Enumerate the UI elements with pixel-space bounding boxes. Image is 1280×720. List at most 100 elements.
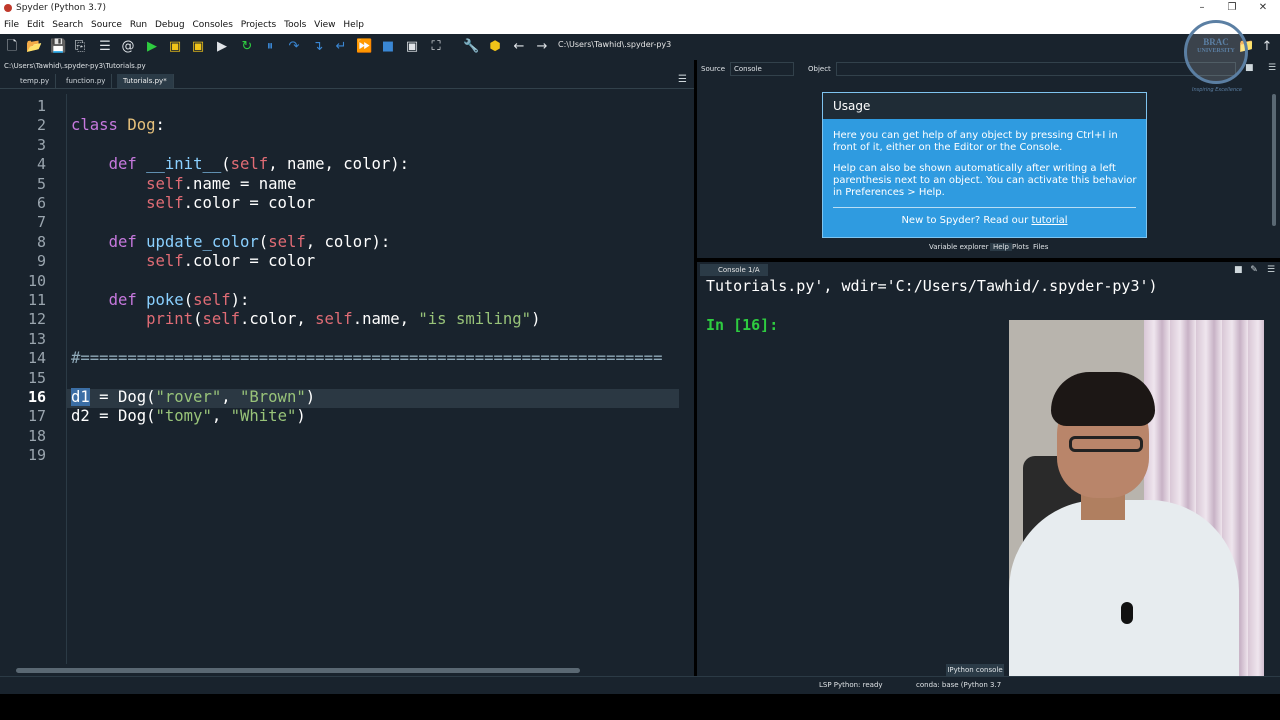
stop-icon[interactable]: ■ [380,39,396,55]
code-line[interactable]: def poke(self): [71,291,250,309]
menu-tools[interactable]: Tools [284,20,306,30]
usage-box: Usage Here you can get help of any objec… [822,92,1147,238]
line-number: 5 [36,174,46,193]
maximize-button[interactable]: ❐ [1217,0,1247,16]
presenter-glasses [1069,436,1143,452]
menu-source[interactable]: Source [91,20,122,30]
tab-options-menu-icon[interactable]: ☰ [678,75,688,85]
editor-horizontal-scrollbar[interactable] [16,666,684,674]
save-icon[interactable]: 💾 [50,39,66,55]
line-number: 19 [27,446,46,465]
editor-pane: C:\Users\Tawhid\.spyder-py3\Tutorials.py… [0,60,694,676]
usage-footer: New to Spyder? Read our tutorial [823,215,1146,226]
save-all-icon[interactable]: ⎘ [72,39,88,55]
code-line[interactable]: def update_color(self, color): [71,233,391,251]
code-line[interactable]: self.color = color [71,252,315,270]
tab-ipython-console[interactable]: IPython console [946,664,1004,676]
tab-console-1a[interactable]: Console 1/A [700,264,768,276]
tab-function[interactable]: function.py [60,74,113,88]
menu-help[interactable]: Help [343,20,364,30]
menu-debug[interactable]: Debug [155,20,185,30]
run-cell-advance-icon[interactable]: ▣ [190,39,206,55]
stop-kernel-icon[interactable]: ■ [1234,266,1243,275]
usage-footer-text: New to Spyder? Read our [901,215,1032,226]
run-icon[interactable]: ▶ [144,39,160,55]
back-arrow-icon[interactable]: ← [511,39,527,55]
forward-arrow-icon[interactable]: → [534,39,550,55]
line-number: 1 [36,97,46,115]
open-file-icon[interactable]: 📂 [26,39,42,55]
line-number: 14 [27,349,46,368]
scrollbar-thumb[interactable] [16,668,580,673]
line-number: 3 [36,135,46,154]
minimize-button[interactable]: – [1187,0,1217,16]
title-bar: Spyder (Python 3.7) – ❐ ✕ [0,0,1280,16]
menu-search[interactable]: Search [52,20,83,30]
window-title: Spyder (Python 3.7) [16,3,106,13]
editor-file-path: C:\Users\Tawhid\.spyder-py3\Tutorials.py [4,62,146,70]
fullscreen-icon[interactable]: ⛶ [428,39,444,55]
menu-run[interactable]: Run [130,20,147,30]
logo-line-1: BRAC [1203,37,1229,47]
menu-edit[interactable]: Edit [27,20,44,30]
code-line[interactable]: #=======================================… [71,349,679,367]
python-path-icon[interactable]: ⬢ [487,39,503,55]
line-number: 9 [36,252,46,271]
step-icon[interactable]: ↷ [286,39,302,55]
close-button[interactable]: ✕ [1248,0,1278,16]
line-number: 16 [27,388,46,406]
lock-icon[interactable]: ■ [1245,64,1254,73]
continue-icon[interactable]: ⏩ [356,39,372,55]
menu-file[interactable]: File [4,20,19,30]
help-object-label: Object [808,65,831,73]
run-cell-icon[interactable]: ▣ [167,39,183,55]
line-number: 8 [36,232,46,251]
menu-view[interactable]: View [314,20,335,30]
parent-dir-up-icon[interactable]: ↑ [1259,39,1275,55]
tab-variable-explorer[interactable]: Variable explorer [926,243,991,251]
help-options-icon[interactable]: ☰ [1268,64,1276,73]
tab-files[interactable]: Files [1030,243,1051,251]
tab-tutorials[interactable]: Tutorials.py* [117,74,174,88]
screen-bottom-border [0,694,1280,720]
code-editor[interactable]: 1 2 class Dog: 3 4 def __init__(self, name, … [0,94,686,664]
line-number: 12 [27,310,46,329]
step-into-icon[interactable]: ↴ [310,39,326,55]
code-line[interactable]: self.name = name [71,175,296,193]
code-line[interactable]: class Dog: [71,116,165,134]
scrollbar-thumb[interactable] [1272,94,1276,226]
tab-plots[interactable]: Plots [1009,243,1032,251]
debug-icon[interactable]: ⏸ [262,39,278,55]
console-options-icon[interactable]: ☰ [1267,266,1275,275]
code-line[interactable]: def __init__(self, name, color): [71,155,409,173]
line-number: 11 [27,291,46,309]
usage-divider [833,207,1136,208]
tutorial-link[interactable]: tutorial [1031,215,1067,226]
logo-line-2: UNIVERSITY [1197,48,1235,54]
code-line[interactable]: d2 = Dog("tomy", "White") [71,407,306,425]
help-source-dropdown[interactable] [730,62,794,76]
working-directory-field[interactable]: C:\Users\Tawhid\.spyder-py3 [558,40,671,49]
preferences-wrench-icon[interactable]: 🔧 [463,39,479,55]
run-selection-icon[interactable]: ▶ [214,39,230,55]
menu-projects[interactable]: Projects [241,20,276,30]
console-edit-icon[interactable]: ✎ [1250,266,1258,275]
code-line[interactable]: d1 = Dog("rover", "Brown") [71,388,315,406]
presenter-shirt [1009,500,1239,688]
new-file-icon[interactable]: 🗋 [4,39,20,55]
menu-consoles[interactable]: Consoles [192,20,232,30]
code-line[interactable]: self.color = color [71,194,315,212]
help-object-input[interactable] [836,62,1236,76]
at-icon[interactable]: @ [120,39,136,55]
list-icon[interactable]: ☰ [97,39,113,55]
code-line[interactable]: print(self.color, self.name, "is smiling… [71,310,540,328]
line-number: 18 [27,426,46,445]
console-prompt[interactable]: In [16]: [706,316,778,334]
step-return-icon[interactable]: ↵ [333,39,349,55]
tab-temp[interactable]: temp.py [14,74,57,88]
line-number: 2 [36,116,46,135]
help-vertical-scrollbar[interactable] [1271,86,1277,236]
rerun-icon[interactable]: ↻ [239,39,255,55]
maximize-pane-icon[interactable]: ▣ [404,39,420,55]
status-bar: LSP Python: ready conda: base (Python 3.… [0,676,1280,694]
